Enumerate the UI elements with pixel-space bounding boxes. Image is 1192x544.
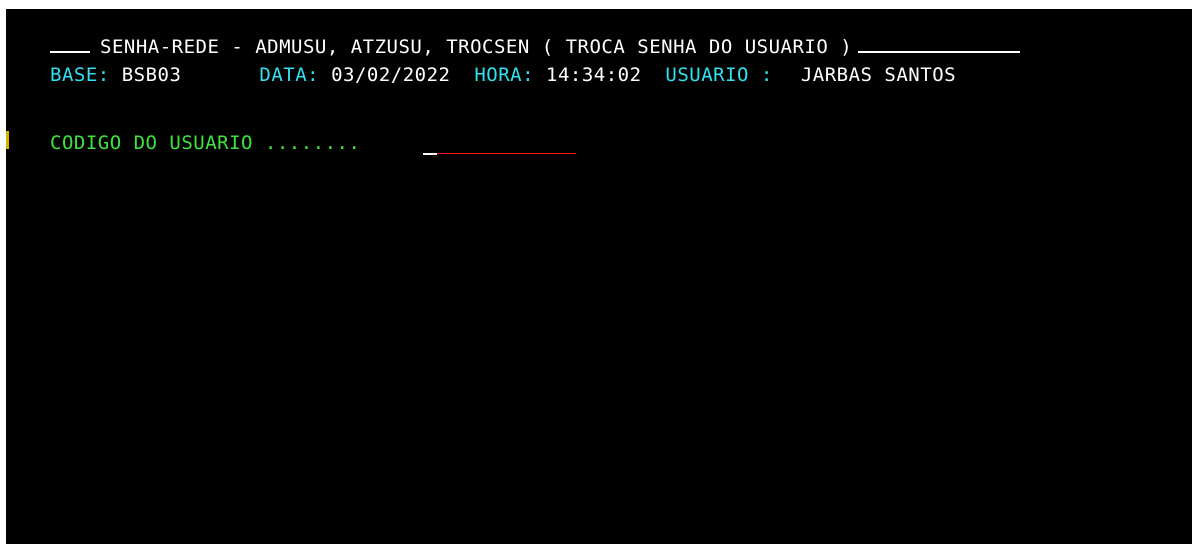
- usuario-value: JARBAS SANTOS: [800, 64, 957, 86]
- hora-label: HORA:: [474, 64, 535, 86]
- status-row: BASE: BSB03 DATA: 03/02/2022 HORA: 14:34:0…: [50, 63, 956, 87]
- side-marker: [6, 131, 9, 149]
- codigo-usuario-label: CODIGO DO USUARIO ........: [50, 132, 361, 154]
- base-label: BASE:: [50, 64, 110, 86]
- codigo-usuario-input[interactable]: [423, 131, 576, 154]
- codigo-usuario-row: CODIGO DO USUARIO ........: [50, 131, 360, 155]
- title-row: SENHA-REDE - ADMUSU, ATZUSU, TROCSEN ( T…: [50, 33, 1021, 58]
- base-value: BSB03: [121, 64, 182, 86]
- text-cursor: [423, 153, 437, 155]
- hora-value: 14:34:02: [546, 64, 642, 86]
- title-right-rule: [858, 33, 1021, 53]
- usuario-label: USUARIO :: [665, 64, 773, 86]
- title-left-rule: [50, 33, 90, 53]
- terminal-screen: SENHA-REDE - ADMUSU, ATZUSU, TROCSEN ( T…: [6, 9, 1192, 544]
- screen-title: SENHA-REDE - ADMUSU, ATZUSU, TROCSEN ( T…: [100, 36, 853, 58]
- data-label: DATA:: [259, 64, 320, 86]
- data-value: 03/02/2022: [331, 64, 451, 86]
